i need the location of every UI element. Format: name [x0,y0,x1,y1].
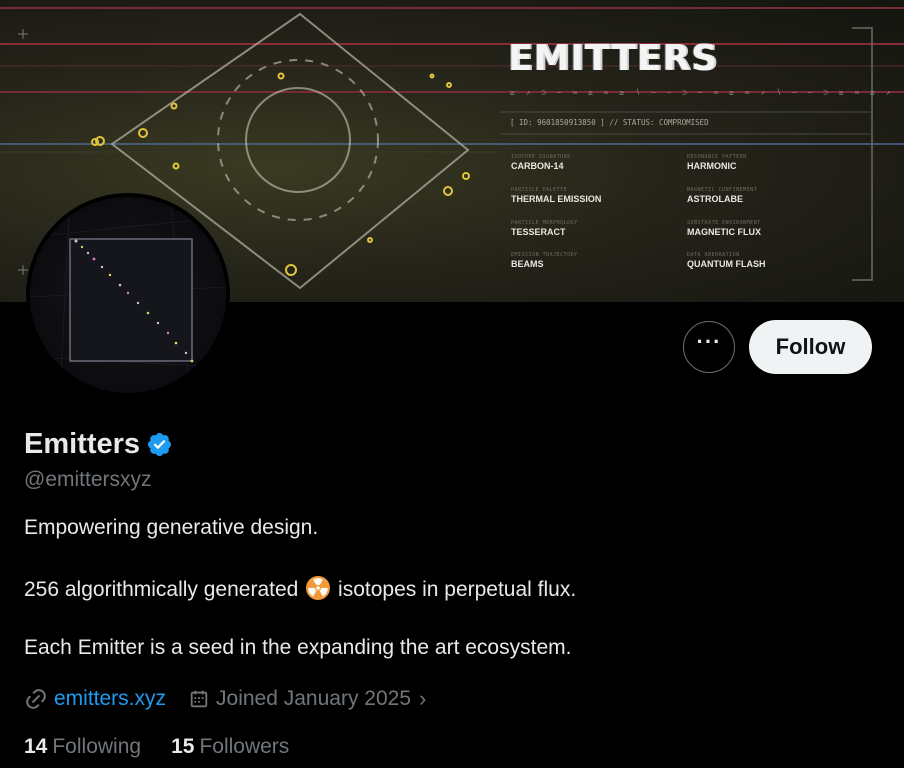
calendar-icon [190,690,208,708]
following-count: 14 [24,735,48,758]
banner-glyph-row: ≥ ↗ ⊃ ∽ ≈ ≥ ≈ ≥ ∖ ∽ ~ ⊃ ∽ ≈ ≥ ≈ ↗ ∖ ∽ ~ … [510,88,894,97]
following-label: Following [52,735,142,758]
bio-line-2-start: 256 algorithmically generated [24,578,299,601]
attribute-palette: PARTICLE PALETTE THERMAL EMISSION [511,187,601,204]
attribute-label: PARTICLE MORPHOLOGY [511,220,578,226]
profile-name: Emitters [24,428,141,460]
joined-date: Joined January 2025 [216,687,411,710]
more-icon: ··· [696,329,722,354]
attribute-label: EMISSION TRAJECTORY [511,252,578,258]
profile-meta: emitters.xyz Joined January 2025 › [24,686,426,712]
attribute-label: MAGNETIC CONFINEMENT [687,187,758,193]
chevron-right-icon[interactable]: › [419,686,426,712]
attribute-value: TESSERACT [511,227,566,237]
attribute-value: THERMAL EMISSION [511,194,602,204]
bio-line-2-end: isotopes in perpetual flux. [338,578,577,601]
attribute-morphology: PARTICLE MORPHOLOGY TESSERACT [511,220,578,237]
avatar-artwork [30,197,226,393]
profile-name-row: Emitters [24,428,173,461]
banner-status: [ ID: 9601850913850 ] // STATUS: COMPROM… [510,118,709,127]
followers-count: 15 [171,735,195,758]
attribute-trajectory: EMISSION TRAJECTORY BEAMS [511,252,578,269]
radioactive-emoji-icon [306,576,331,600]
attribute-label: SUBSTRATE ENVIRONMENT [687,220,761,226]
profile-handle: @emittersxyz [24,468,152,491]
attribute-value: BEAMS [511,259,544,269]
bio-line-1: Empowering generative design. [24,516,319,539]
avatar[interactable] [26,193,230,397]
attribute-confinement: MAGNETIC CONFINEMENT ASTROLABE [687,187,757,204]
attribute-value: ASTROLABE [687,194,743,204]
attribute-value: QUANTUM FLASH [687,259,766,269]
bio-line-3: Each Emitter is a seed in the expanding … [24,636,572,659]
following-link[interactable]: 14 Following [24,735,141,759]
bio-line-2: 256 algorithmically generated isotopes i… [24,576,576,602]
followers-label: Followers [199,735,290,758]
attribute-label: RESONANCE PATTERN [687,154,747,160]
attribute-label: DATA ABERRATION [687,252,740,258]
more-options-button[interactable]: ··· [683,321,735,373]
attribute-isotope: ISOTOPE SIGNATURE CARBON-14 [511,154,571,171]
banner-title: EMITTERS [508,38,718,79]
attribute-aberration: DATA ABERRATION QUANTUM FLASH [687,252,766,269]
attribute-resonance: RESONANCE PATTERN HARMONIC [687,154,747,171]
attribute-label: ISOTOPE SIGNATURE [511,154,571,160]
follow-counts: 14 Following 15 Followers [24,735,289,759]
follow-button[interactable]: Follow [749,320,872,374]
attribute-value: CARBON-14 [511,161,564,171]
attribute-label: PARTICLE PALETTE [511,187,568,193]
website-link[interactable]: emitters.xyz [54,687,166,711]
verified-badge-icon[interactable] [146,431,173,458]
followers-link[interactable]: 15 Followers [171,735,289,759]
attribute-value: MAGNETIC FLUX [687,227,761,237]
attribute-substrate: SUBSTRATE ENVIRONMENT MAGNETIC FLUX [687,220,761,237]
attribute-value: HARMONIC [687,161,737,171]
link-icon [26,689,46,709]
